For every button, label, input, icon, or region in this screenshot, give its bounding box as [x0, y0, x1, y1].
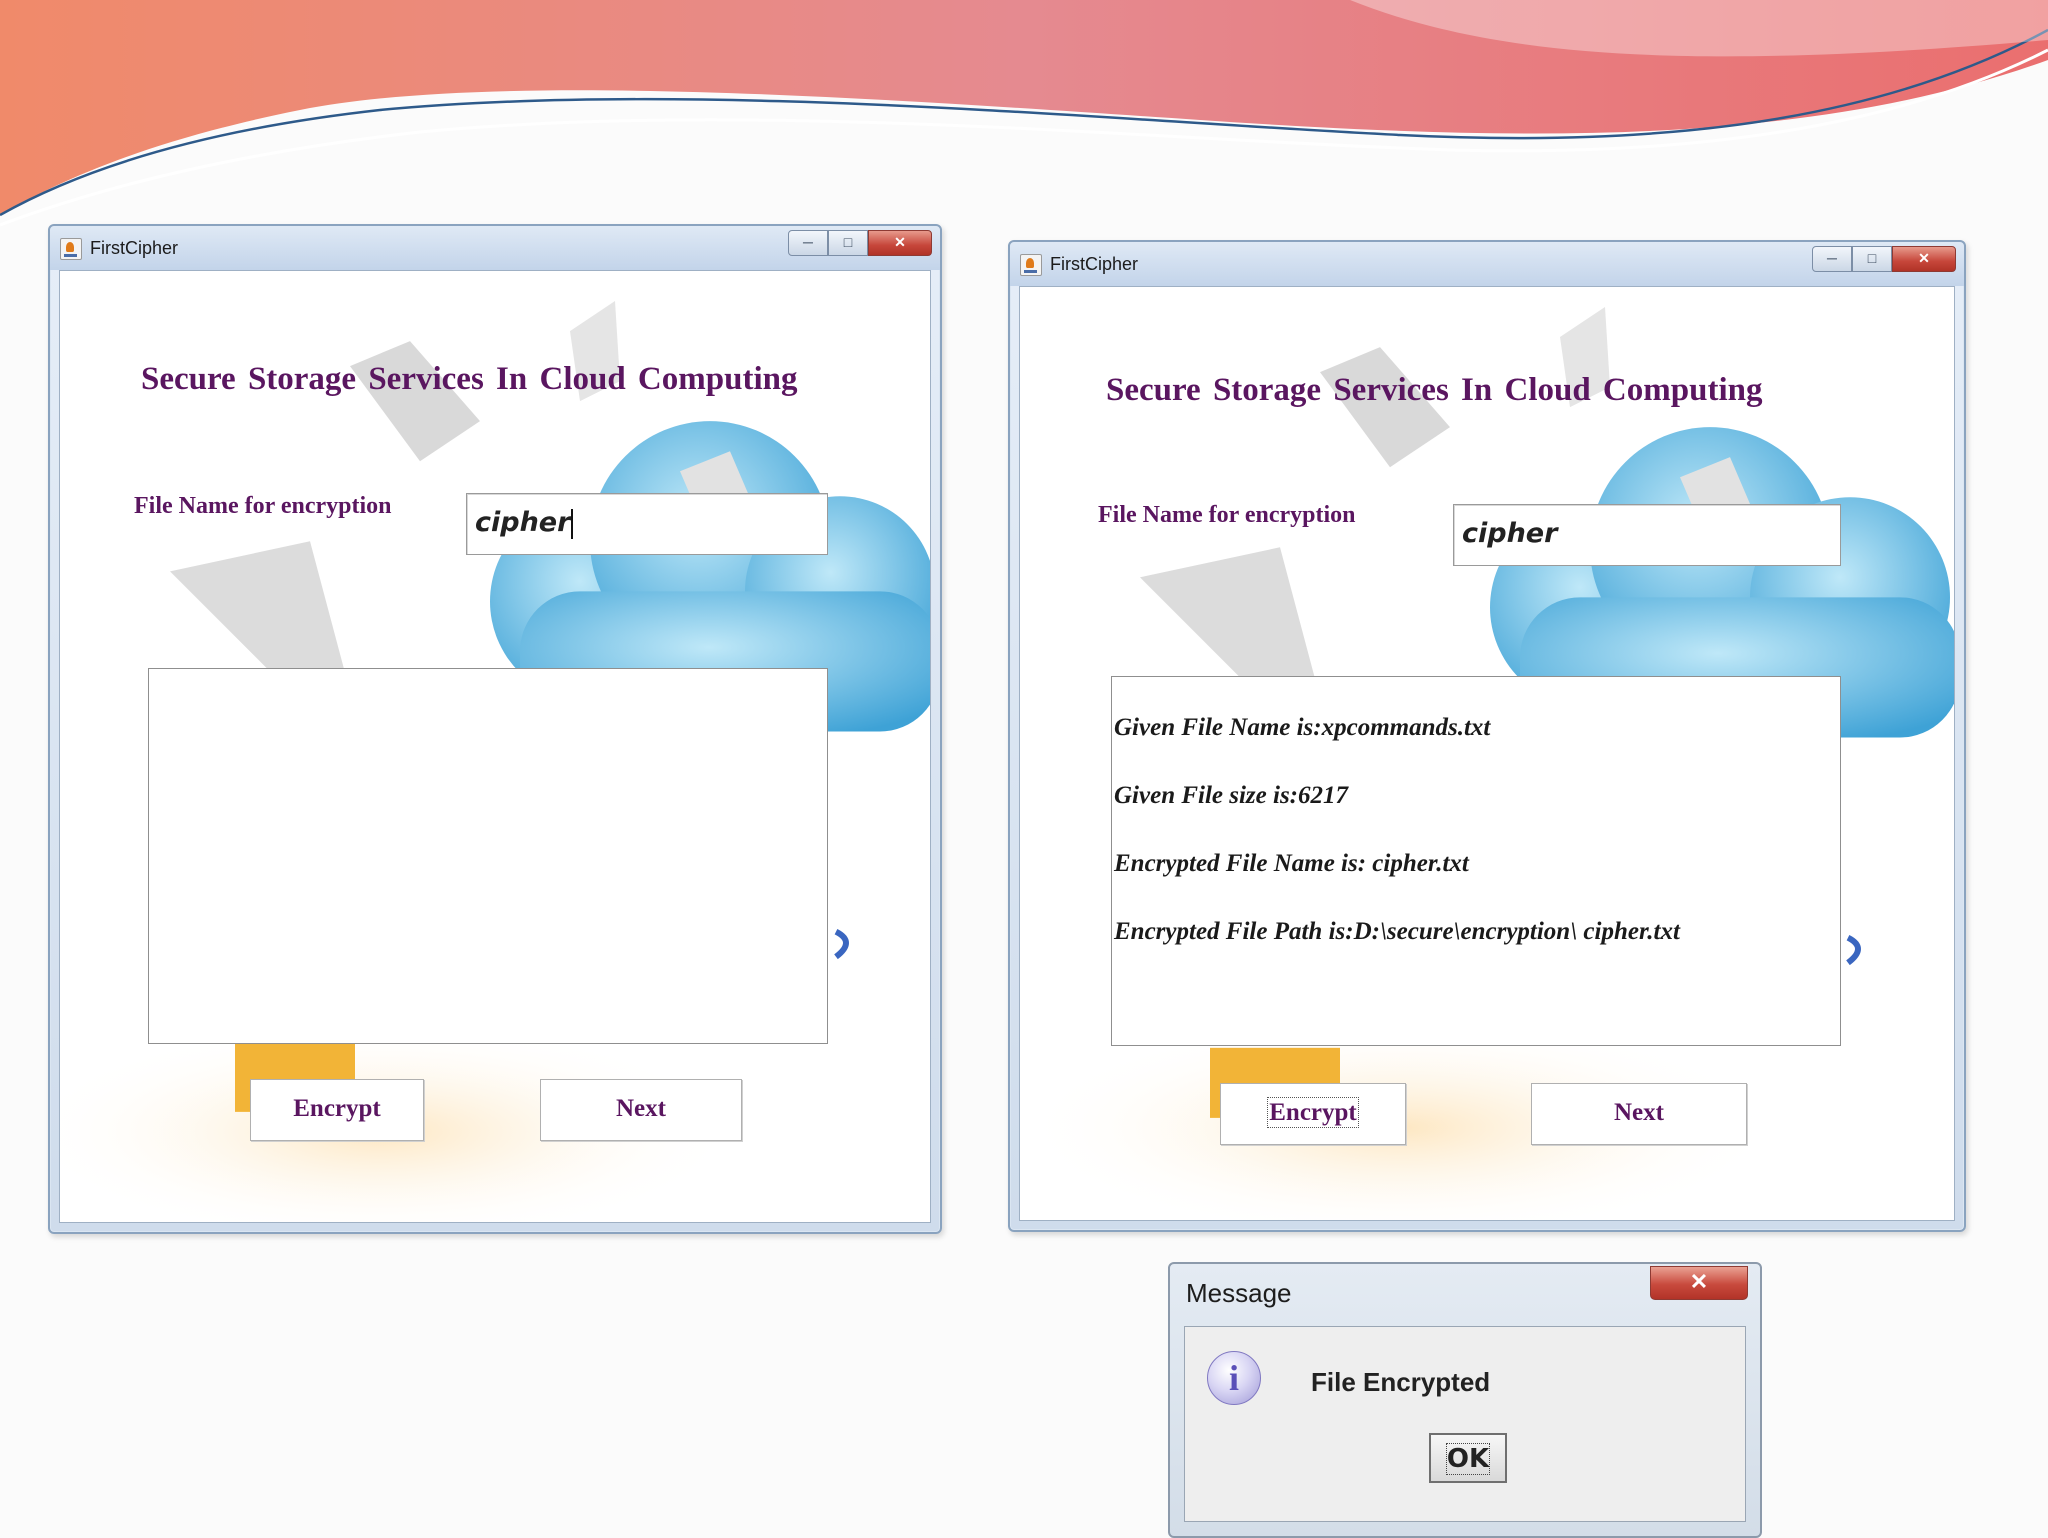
maximize-icon: □	[843, 234, 853, 250]
window-titlebar[interactable]: FirstCipher ─ □ ✕	[1010, 242, 1964, 286]
next-button[interactable]: Next	[1531, 1083, 1747, 1145]
info-icon: i	[1207, 1351, 1261, 1405]
java-icon	[1020, 254, 1042, 276]
output-text-area[interactable]: Given File Name is:xpcommands.txt Given …	[1111, 676, 1841, 1046]
file-name-value: cipher	[475, 507, 571, 538]
dialog-close-button[interactable]: ✕	[1650, 1266, 1748, 1300]
first-cipher-window-left: FirstCipher ─ □ ✕ Secure Storage Service…	[48, 224, 942, 1234]
output-text-area[interactable]	[148, 668, 828, 1044]
maximize-button[interactable]: □	[828, 230, 868, 256]
encrypt-button-label: Encrypt	[293, 1095, 381, 1122]
file-name-label: File Name for encryption	[134, 493, 392, 519]
dialog-message: File Encrypted	[1311, 1367, 1491, 1397]
file-name-input[interactable]: cipher	[1453, 504, 1841, 566]
close-button[interactable]: ✕	[1892, 246, 1956, 272]
maximize-button[interactable]: □	[1852, 246, 1892, 272]
close-button[interactable]: ✕	[868, 230, 932, 256]
close-icon: ✕	[1689, 1269, 1709, 1294]
file-name-input[interactable]: cipher	[466, 493, 828, 555]
header-swoosh	[0, 0, 2048, 227]
encrypt-button[interactable]: Encrypt	[1220, 1083, 1406, 1145]
output-line-encrypted-path: Encrypted File Path is:D:\secure\encrypt…	[1114, 918, 1680, 945]
window-titlebar[interactable]: FirstCipher ─ □ ✕	[50, 226, 940, 270]
close-icon: ✕	[894, 234, 906, 250]
minimize-icon: ─	[1827, 250, 1837, 266]
ok-button[interactable]: OK	[1429, 1433, 1507, 1483]
next-button-label: Next	[1614, 1099, 1664, 1126]
output-line-file-name: Given File Name is:xpcommands.txt	[1114, 714, 1491, 741]
minimize-icon: ─	[803, 234, 813, 250]
minimize-button[interactable]: ─	[1812, 246, 1852, 272]
file-name-label: File Name for encryption	[1098, 502, 1356, 528]
window-title: FirstCipher	[1050, 254, 1139, 274]
maximize-icon: □	[1867, 250, 1877, 266]
ok-button-label: OK	[1445, 1443, 1491, 1475]
encrypt-button-label: Encrypt	[1267, 1097, 1359, 1128]
message-dialog: Message ✕ i File Encrypted OK	[1168, 1262, 1762, 1538]
dialog-body: i File Encrypted OK	[1184, 1326, 1746, 1522]
output-line-encrypted-name: Encrypted File Name is: cipher.txt	[1114, 850, 1469, 877]
file-name-value: cipher	[1462, 518, 1558, 549]
close-icon: ✕	[1918, 250, 1930, 266]
java-icon	[60, 238, 82, 260]
window-content: Secure Storage Services In Cloud Computi…	[1019, 286, 1955, 1221]
minimize-button[interactable]: ─	[788, 230, 828, 256]
first-cipher-window-right: FirstCipher ─ □ ✕ Secure Storage Service…	[1008, 240, 1966, 1232]
next-button-label: Next	[616, 1095, 666, 1122]
next-button[interactable]: Next	[540, 1079, 742, 1141]
window-content: Secure Storage Services In Cloud Computi…	[59, 270, 931, 1223]
text-caret	[571, 508, 574, 539]
page-title: Secure Storage Services In Cloud Computi…	[1106, 372, 1763, 408]
encrypt-button[interactable]: Encrypt	[250, 1079, 424, 1141]
output-line-file-size: Given File size is:6217	[1114, 782, 1349, 809]
window-title: FirstCipher	[90, 238, 179, 258]
dialog-title: Message	[1186, 1278, 1292, 1308]
page-title: Secure Storage Services In Cloud Computi…	[141, 361, 798, 397]
